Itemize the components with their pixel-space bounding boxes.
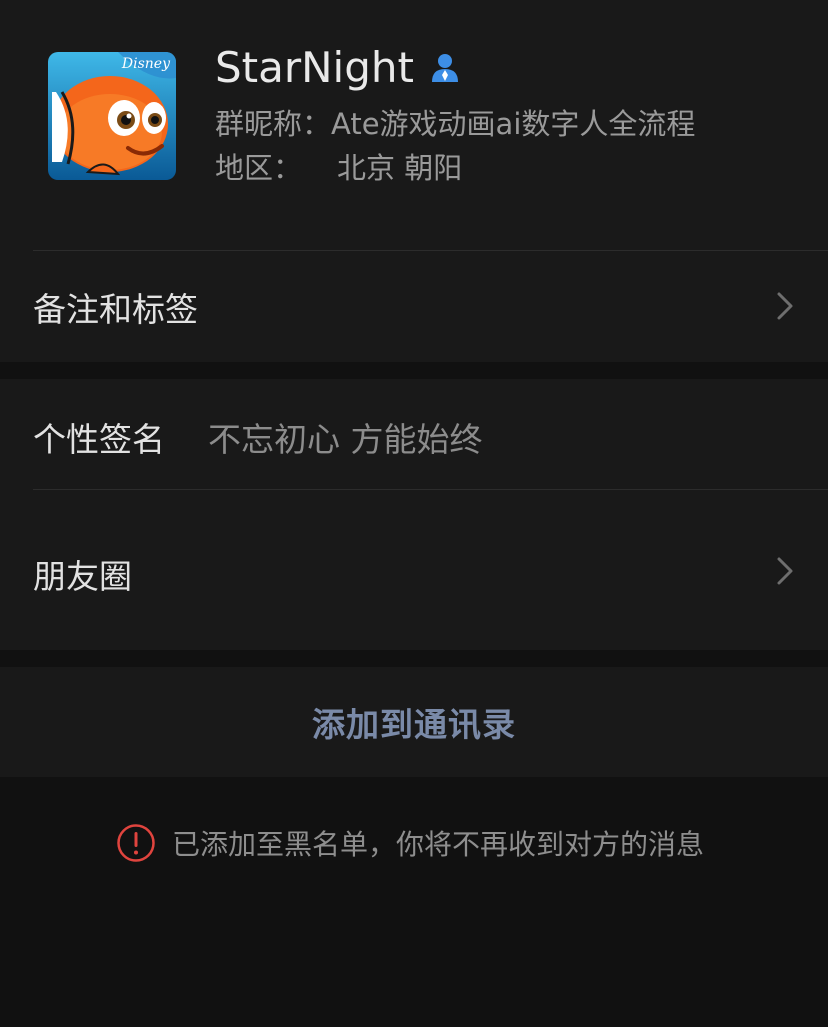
blacklist-notice: 已添加至黑名单，你将不再收到对方的消息 — [116, 822, 704, 864]
disney-badge: Disney — [121, 56, 170, 72]
signature-label: 个性签名 — [33, 420, 165, 459]
chevron-right-icon — [777, 292, 793, 320]
exclamation-circle-icon — [117, 824, 155, 862]
remarks-and-tags-label: 备注和标签 — [33, 290, 198, 329]
group-nickname-label: 群昵称： — [215, 107, 332, 141]
details-card: 个性签名 不忘初心 方能始终 朋友圈 — [0, 379, 828, 650]
add-contact-card: 添加到通讯录 — [0, 667, 828, 777]
signature-value: 不忘初心 方能始终 — [208, 420, 483, 459]
region-label: 地区： — [215, 151, 303, 185]
profile-card: Disney StarNight 群昵称：Ate游戏动画ai数字人全流程 地区：… — [0, 0, 828, 362]
region-value: 北京 朝阳 — [337, 151, 463, 185]
moments-label: 朋友圈 — [33, 557, 132, 596]
nickname: StarNight — [215, 40, 462, 96]
add-to-contacts-button[interactable]: 添加到通讯录 — [0, 667, 828, 777]
signature-row: 个性签名 不忘初心 方能始终 — [0, 379, 828, 489]
remarks-and-tags-row[interactable]: 备注和标签 — [0, 251, 828, 361]
region-line: 地区： 北京 朝阳 — [215, 148, 462, 188]
chevron-right-icon — [777, 557, 793, 585]
group-nickname-value: Ate游戏动画ai数字人全流程 — [331, 107, 696, 141]
blacklist-notice-text: 已添加至黑名单，你将不再收到对方的消息 — [172, 828, 705, 861]
avatar[interactable]: Disney — [48, 52, 176, 180]
nickname-text: StarNight — [215, 43, 414, 92]
group-nickname-line: 群昵称：Ate游戏动画ai数字人全流程 — [215, 104, 695, 144]
moments-row[interactable]: 朋友圈 — [0, 490, 828, 650]
male-icon — [431, 54, 458, 82]
